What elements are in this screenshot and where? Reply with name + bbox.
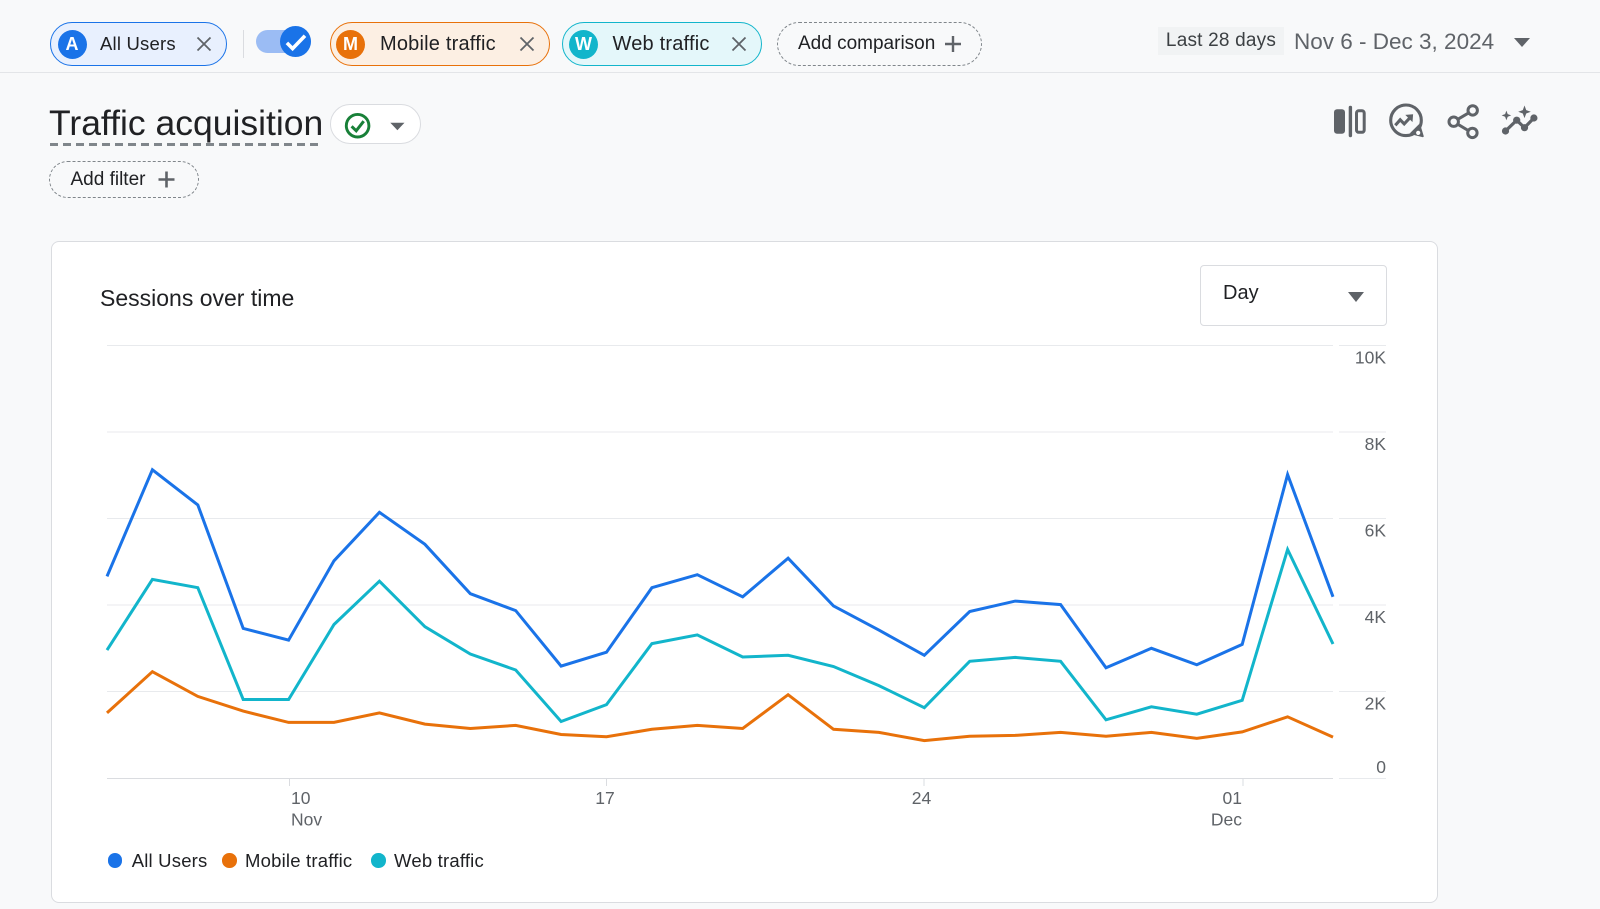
svg-text:8K: 8K	[1365, 434, 1387, 454]
svg-text:10K: 10K	[1355, 348, 1386, 368]
svg-text:17: 17	[595, 788, 614, 808]
svg-text:6K: 6K	[1365, 521, 1387, 541]
svg-text:10: 10	[291, 788, 311, 808]
svg-text:0: 0	[1376, 757, 1386, 777]
svg-text:2K: 2K	[1365, 694, 1387, 714]
svg-text:01: 01	[1223, 788, 1242, 808]
svg-text:4K: 4K	[1365, 607, 1387, 627]
svg-text:Dec: Dec	[1211, 810, 1242, 830]
svg-text:24: 24	[912, 788, 932, 808]
svg-text:Nov: Nov	[291, 810, 322, 830]
